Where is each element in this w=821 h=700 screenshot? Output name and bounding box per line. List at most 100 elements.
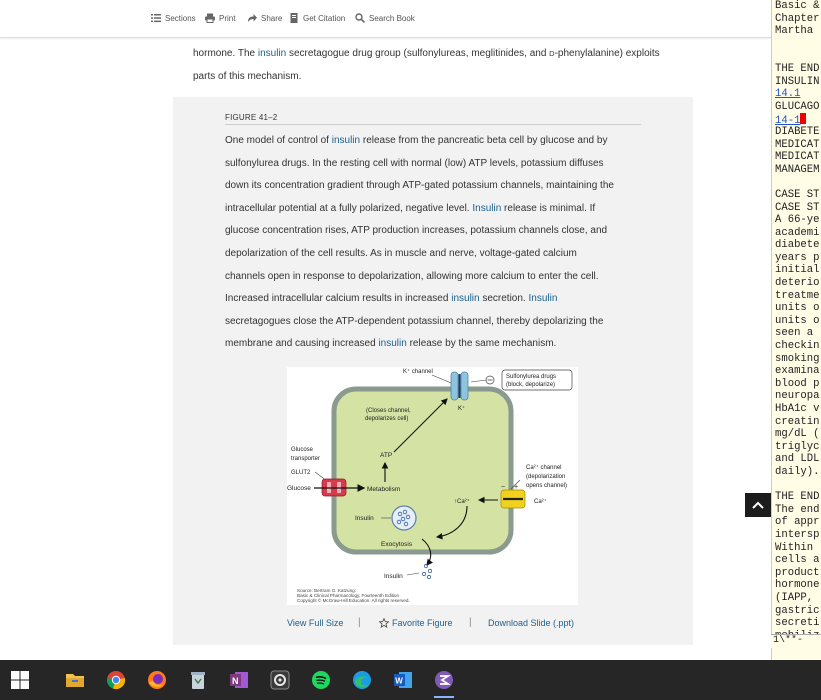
firefox-icon[interactable] (145, 668, 169, 692)
caption-line: intracellular potential at a fully polar… (225, 198, 645, 221)
side-buffer-line: Basic & (772, 0, 821, 13)
favorite-figure-button[interactable]: Favorite Figure (379, 618, 453, 628)
side-buffer-text: 14.1 (775, 88, 801, 101)
windows-start-icon[interactable] (8, 668, 32, 692)
side-buffer-text: 14-1 (775, 115, 801, 126)
ca-outside-label: Ca²⁺ (534, 498, 547, 505)
side-buffer-line: smoking (772, 353, 821, 366)
caption-line: membrane and causing increased insulin r… (225, 333, 645, 356)
side-buffer-text: gastric (775, 604, 820, 617)
ca-channel-label-3: opens channel) (526, 483, 567, 489)
ca-channel-shape (500, 489, 526, 509)
caption-text-span: release by the same mechanism. (406, 338, 557, 350)
ca-channel-label-2: (depolarization (526, 474, 565, 480)
side-buffer-text: treatme (775, 289, 820, 302)
side-buffer-text: academi (775, 226, 820, 239)
side-buffer-line: MEDICAT (772, 151, 821, 164)
svg-text:N: N (232, 676, 239, 686)
caption-insulin-link[interactable]: Insulin (472, 203, 501, 214)
word-icon[interactable]: W (391, 668, 415, 692)
side-buffer-text: CASE ST (775, 188, 820, 201)
view-full-size-link[interactable]: View Full Size (287, 618, 343, 628)
get-citation-button[interactable]: Get Citation (289, 13, 345, 23)
ca-inside-label: ↑Ca²⁺ (454, 498, 470, 505)
side-buffer-text: neuropa (775, 390, 820, 403)
insulin-link[interactable]: insulin (258, 48, 286, 59)
download-slide-link[interactable]: Download Slide (.ppt) (488, 618, 574, 628)
side-buffer-text: units o (775, 314, 820, 327)
scroll-to-top-button[interactable] (745, 493, 771, 517)
body-line-2: parts of this mechanism. (193, 71, 302, 82)
side-buffer-text: of appr (775, 516, 820, 529)
caption-line: depolarization of the cell results. As i… (225, 243, 645, 266)
atp-label: ATP (380, 452, 392, 459)
settings-app-icon[interactable] (268, 668, 292, 692)
share-button[interactable]: Share (247, 13, 282, 23)
k-channel-label: K⁺ channel (403, 368, 433, 375)
side-buffer-link[interactable]: 14.1 (772, 88, 821, 101)
caption-text-span: glucose concentration rises, ATP product… (225, 225, 608, 237)
side-buffer-text: triglyc (775, 440, 820, 453)
side-buffer-text: THE END (775, 62, 820, 75)
source-line-3: Copyright © McGraw-Hill Education. All r… (297, 597, 410, 603)
print-label: Print (219, 13, 236, 23)
metabolism-label: Metabolism (367, 486, 400, 493)
side-buffer-text: creatin (775, 415, 820, 428)
side-buffer-text: intersp (775, 528, 820, 541)
side-buffer-text: initial (775, 264, 820, 277)
side-buffer-line: daily). (772, 466, 821, 479)
side-buffer-text: smoking (775, 352, 820, 365)
search-book-label: Search Book (369, 13, 415, 23)
side-buffer-line: blood p (772, 378, 821, 391)
search-book-button[interactable]: Search Book (355, 13, 415, 23)
side-buffer-text: MANAGEM (775, 163, 820, 176)
side-buffer-text: years p (775, 251, 820, 264)
caption-line: channels open in response to depolarizat… (225, 266, 645, 289)
side-buffer-line: examina (772, 365, 821, 378)
glut2-label: GLUT2 (291, 470, 311, 476)
side-buffer-line: units o (772, 302, 821, 315)
side-buffer-line: neuropa (772, 390, 821, 403)
body-text-span: -phenylalanine) exploits (554, 48, 660, 59)
side-buffer-line: THE END (772, 63, 821, 76)
closes-channel-label-2: depolarizes cell) (365, 416, 408, 422)
side-buffer-text: blood p (775, 377, 820, 390)
insulin-released-label: Insulin (384, 573, 403, 580)
beta-cell-diagram-svg: K⁺ channel Sulfonylurea drugs (block, de… (287, 368, 573, 603)
file-explorer-icon[interactable] (63, 668, 87, 692)
chrome-icon[interactable] (104, 668, 128, 692)
insulin-granule-label: Insulin (355, 515, 374, 522)
edge-icon[interactable] (350, 668, 374, 692)
k-channel-shape (450, 371, 469, 401)
side-buffer-line: CASE ST (772, 189, 821, 202)
side-buffer-link[interactable]: 14-1 (772, 113, 821, 126)
caption-insulin-link[interactable]: insulin (378, 338, 406, 349)
side-buffer-line: hormone (772, 579, 821, 592)
side-buffer-text: INSULIN (775, 75, 820, 88)
side-buffer-line: (IAPP, (772, 592, 821, 605)
print-button[interactable]: Print (205, 13, 235, 23)
side-buffer-text: checkin (775, 340, 820, 353)
sections-button[interactable]: Sections (151, 13, 196, 23)
caption-insulin-link[interactable]: insulin (332, 135, 360, 146)
emacs-icon[interactable] (432, 668, 456, 698)
svg-text:W: W (395, 677, 403, 686)
glucose-label: Glucose (287, 485, 311, 492)
side-buffer-line: seen a (772, 327, 821, 340)
onenote-icon[interactable]: N (227, 668, 251, 692)
spotify-icon[interactable] (309, 668, 333, 692)
beta-cell-diagram[interactable]: K⁺ channel Sulfonylurea drugs (block, de… (287, 367, 578, 605)
emacs-modeline: 1\**- (771, 634, 821, 648)
side-buffer-line: initial (772, 264, 821, 277)
side-buffer-line: GLUCAGO (772, 101, 821, 114)
side-buffer-text: A 66-ye (775, 214, 820, 227)
windows-taskbar: N W (0, 660, 821, 700)
recycle-bin-icon[interactable] (186, 668, 210, 692)
caption-text-span: depolarization of the cell results. As i… (225, 247, 577, 259)
side-buffer-line: and LDL (772, 453, 821, 466)
caption-insulin-link[interactable]: insulin (451, 293, 479, 304)
caption-insulin-link[interactable]: Insulin (529, 293, 558, 304)
emacs-side-buffer[interactable]: Basic & Chapter Martha THE END INSULIN 14.1 GL… (771, 0, 821, 660)
caption-text-span: down its concentration gradient through … (225, 180, 614, 192)
sections-label: Sections (165, 13, 196, 23)
